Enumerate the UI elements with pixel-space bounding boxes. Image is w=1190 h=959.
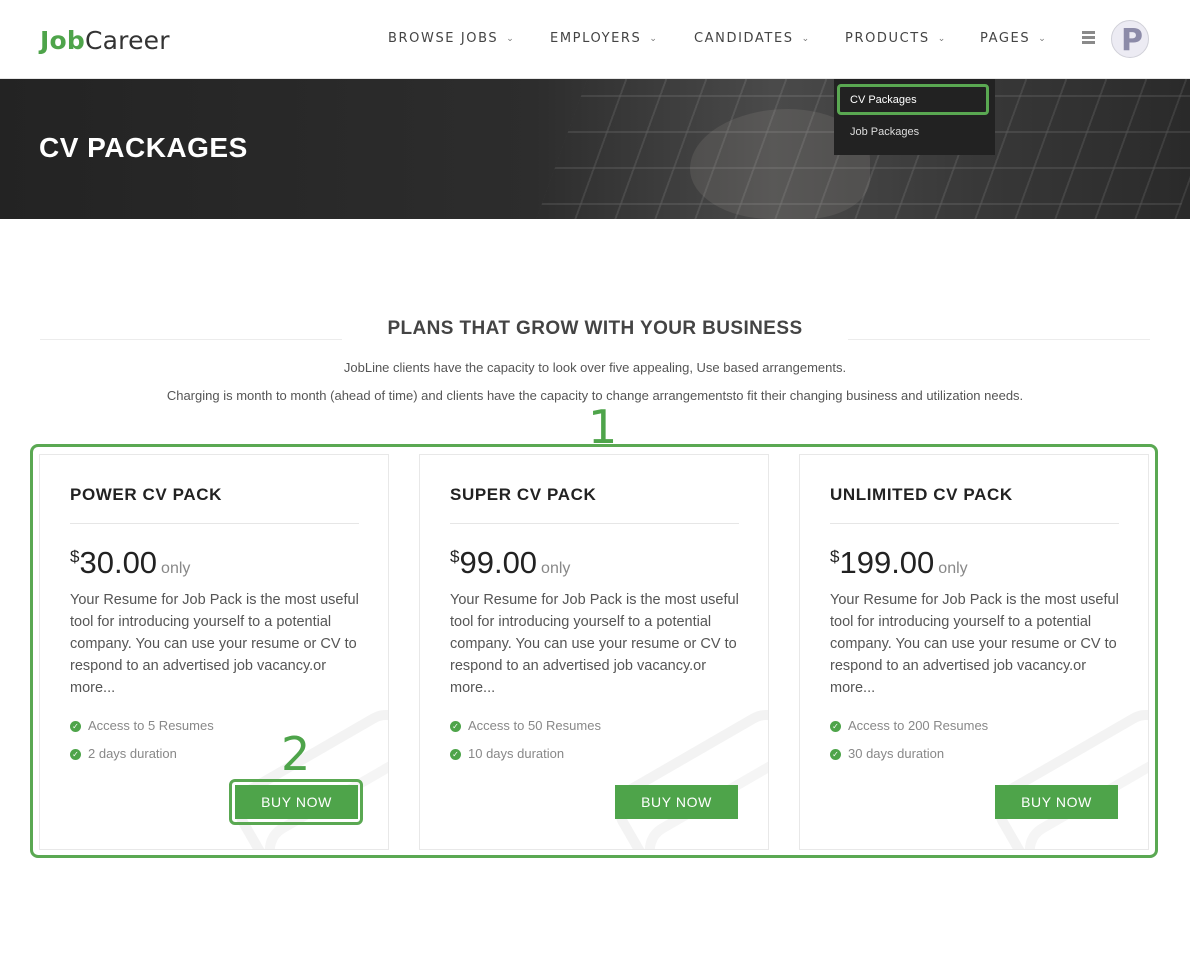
nav-employers[interactable]: EMPLOYERS ⌄ [550, 31, 659, 46]
currency-symbol: $ [70, 547, 80, 566]
check-circle-icon: ✓ [70, 749, 81, 760]
card-title: POWER CV PACK [70, 485, 222, 504]
section-title: PLANS THAT GROW WITH YOUR BUSINESS [387, 318, 803, 339]
section-subtext-1: JobLine clients have the capacity to loo… [343, 360, 847, 375]
dropdown-item-job-packages[interactable]: Job Packages [850, 126, 919, 138]
main-nav: BROWSE JOBS ⌄ EMPLOYERS ⌄ CANDIDATES ⌄ PROD… [0, 31, 1190, 51]
avatar-letter: P [1121, 23, 1143, 58]
card-description: Your Resume for Job Pack is the most use… [70, 592, 359, 696]
feature-item: ✓ Access to 5 Resumes [70, 718, 214, 733]
card-title: UNLIMITED CV PACK [830, 485, 1013, 504]
annotation-number-2: 2 [281, 727, 311, 781]
hamburger-menu-icon[interactable] [1082, 31, 1095, 45]
card-title: SUPER CV PACK [450, 485, 597, 504]
nav-label: EMPLOYERS [550, 31, 642, 46]
buy-now-button[interactable]: BUY NOW [615, 785, 738, 819]
card-price: $199.00 only [830, 545, 968, 581]
chevron-down-icon: ⌄ [801, 34, 811, 44]
card-divider [70, 523, 359, 524]
card-price: $30.00 only [70, 545, 190, 581]
highlight-cv-packages [837, 84, 989, 115]
check-circle-icon: ✓ [450, 749, 461, 760]
chevron-down-icon: ⌄ [506, 34, 516, 44]
section-heading: PLANS THAT GROW WITH YOUR BUSINESS [40, 316, 1150, 346]
feature-item: ✓ 30 days duration [830, 746, 944, 761]
feature-item: ✓ Access to 50 Resumes [450, 718, 601, 733]
nav-label: PAGES [980, 31, 1031, 46]
chevron-down-icon: ⌄ [649, 34, 659, 44]
nav-candidates[interactable]: CANDIDATES ⌄ [694, 31, 811, 46]
card-price: $99.00 only [450, 545, 570, 581]
check-circle-icon: ✓ [450, 721, 461, 732]
feature-text: 10 days duration [468, 746, 565, 761]
feature-text: 2 days duration [88, 746, 177, 761]
package-card-super: SUPER CV PACK $99.00 only Your Resume for… [419, 454, 769, 850]
chevron-down-icon: ⌄ [937, 34, 947, 44]
card-description: Your Resume for Job Pack is the most use… [450, 592, 739, 696]
nav-label: CANDIDATES [694, 31, 794, 46]
check-circle-icon: ✓ [70, 721, 81, 732]
nav-browse-jobs[interactable]: BROWSE JOBS ⌄ [388, 31, 515, 46]
annotation-outline-2 [229, 779, 363, 825]
feature-item: ✓ Access to 200 Resumes [830, 718, 988, 733]
avatar[interactable]: P [1111, 20, 1149, 58]
feature-item: ✓ 10 days duration [450, 746, 564, 761]
site-header: JobCareer BROWSE JOBS ⌄ EMPLOYERS ⌄ CANDID… [0, 0, 1190, 79]
check-circle-icon: ✓ [830, 721, 841, 732]
package-card-unlimited: UNLIMITED CV PACK $199.00 only Your Resum… [799, 454, 1149, 850]
nav-products[interactable]: PRODUCTS ⌄ [845, 31, 947, 46]
price-suffix: only [938, 560, 968, 577]
feature-text: Access to 200 Resumes [848, 718, 989, 733]
check-circle-icon: ✓ [830, 749, 841, 760]
feature-text: Access to 5 Resumes [88, 718, 214, 733]
feature-text: 30 days duration [848, 746, 945, 761]
price-amount: 30.00 [79, 545, 158, 580]
card-divider [830, 523, 1119, 524]
price-amount: 99.00 [459, 545, 538, 580]
card-divider [450, 523, 739, 524]
chevron-down-icon: ⌄ [1038, 34, 1048, 44]
price-amount: 199.00 [839, 545, 935, 580]
currency-symbol: $ [450, 547, 460, 566]
price-suffix: only [541, 560, 571, 577]
buy-now-button[interactable]: BUY NOW [995, 785, 1118, 819]
page-title: CV PACKAGES [39, 132, 248, 163]
page-banner: CV PACKAGES [0, 79, 1190, 219]
nav-label: PRODUCTS [845, 31, 930, 46]
currency-symbol: $ [830, 547, 840, 566]
price-suffix: only [161, 560, 191, 577]
nav-pages[interactable]: PAGES ⌄ [980, 31, 1047, 46]
nav-label: BROWSE JOBS [388, 31, 499, 46]
card-description: Your Resume for Job Pack is the most use… [830, 592, 1119, 696]
feature-text: Access to 50 Resumes [468, 718, 601, 733]
feature-item: ✓ 2 days duration [70, 746, 177, 761]
